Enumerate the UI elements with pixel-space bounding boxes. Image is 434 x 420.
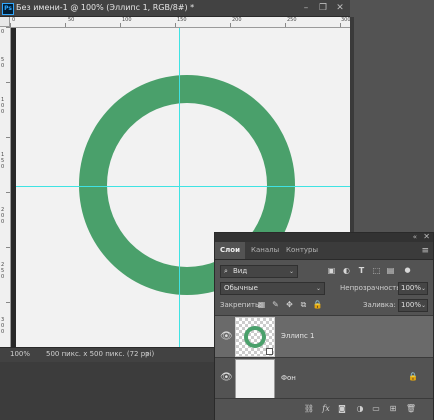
layer-filter-value: Вид	[233, 267, 248, 275]
filter-toggle-icon[interactable]: ●	[402, 265, 413, 276]
layer-name[interactable]: Фон	[281, 374, 296, 382]
blend-mode-select[interactable]: Обычные ⌄	[220, 282, 325, 295]
fill-label: Заливка:	[363, 301, 396, 309]
visibility-eye-icon[interactable]: 👁	[220, 331, 233, 343]
ruler-label: 0	[1, 29, 5, 35]
trash-icon[interactable]: 🗑	[405, 403, 417, 415]
layer-row-ellipse[interactable]: 👁 Эллипс 1	[215, 315, 433, 358]
lock-image-pixels-icon[interactable]: ✎	[270, 299, 281, 310]
ruler-tick	[175, 23, 176, 27]
ruler-tick	[285, 23, 286, 27]
ruler-label: 250	[1, 262, 5, 280]
panel-menu-icon[interactable]: ≡	[421, 246, 429, 256]
restore-button[interactable]: ❐	[317, 2, 329, 14]
type-filter-icon[interactable]: T	[356, 265, 367, 276]
tab-layers[interactable]: Слои	[215, 242, 245, 259]
ruler-tick	[6, 192, 10, 193]
chevron-down-icon: ⌄	[288, 268, 294, 275]
blend-mode-value: Обычные	[224, 284, 258, 292]
opacity-input[interactable]: 100% ⌄	[398, 282, 428, 295]
chevron-down-icon: ⌄	[315, 285, 321, 292]
ruler-tick	[6, 27, 10, 28]
ruler-label: 250	[287, 17, 297, 23]
ruler-tick	[6, 247, 10, 248]
ellipse-thumbnail-shape	[244, 326, 266, 348]
adjustment-icon[interactable]: ◑	[354, 403, 366, 415]
close-button[interactable]: ✕	[334, 2, 346, 14]
filter-row: ⌕ Вид ⌄ ▣ ◐ T ⬚ ▤ ●	[215, 265, 433, 278]
ruler-tick	[230, 23, 231, 27]
chevron-down-icon: ⌄	[420, 285, 426, 292]
document-titlebar[interactable]: Ps Без имени-1 @ 100% (Эллипс 1, RGB/8#)…	[0, 0, 350, 17]
lock-all-icon[interactable]: 🔒	[312, 299, 323, 310]
layers-panel: « ✕ Слои Каналы Контуры ≡ ⌕ Вид ⌄ ▣ ◐ T …	[214, 232, 434, 420]
ruler-label: 200	[232, 17, 242, 23]
new-layer-icon[interactable]: ⊞	[387, 403, 399, 415]
link-icon[interactable]: ⛓	[303, 403, 315, 415]
layer-name[interactable]: Эллипс 1	[281, 332, 315, 340]
tab-channels[interactable]: Каналы	[246, 242, 284, 259]
group-icon[interactable]: ▭	[370, 403, 382, 415]
layer-thumbnail[interactable]	[235, 359, 275, 399]
ruler-label: 150	[177, 17, 187, 23]
visibility-eye-icon[interactable]: 👁	[220, 372, 233, 384]
lock-artboard-icon[interactable]: ⧉	[298, 299, 309, 310]
ruler-origin[interactable]	[0, 17, 10, 27]
smart-object-filter-icon[interactable]: ▤	[385, 265, 396, 276]
ruler-label: 50	[68, 17, 75, 23]
ruler-label: 200	[1, 207, 5, 225]
panel-tabs: Слои Каналы Контуры ≡	[215, 242, 433, 260]
horizontal-guide[interactable]	[16, 186, 350, 187]
mask-icon[interactable]: ◙	[336, 403, 348, 415]
ruler-tick	[340, 23, 341, 27]
ruler-tick	[65, 23, 66, 27]
zoom-level[interactable]: 100%	[10, 350, 30, 358]
document-title: Без имени-1 @ 100% (Эллипс 1, RGB/8#) *	[16, 3, 195, 12]
fill-input[interactable]: 100% ⌄	[398, 299, 428, 312]
fx-icon[interactable]: fx	[320, 403, 332, 415]
panel-bottom-toolbar: ⛓ fx ◙ ◑ ▭ ⊞ 🗑	[215, 398, 433, 420]
close-panel-icon[interactable]: ✕	[423, 232, 430, 241]
search-icon: ⌕	[224, 267, 228, 275]
blend-row: Обычные ⌄ Непрозрачность: 100% ⌄	[215, 282, 433, 295]
layer-thumbnail[interactable]	[235, 317, 275, 357]
document-info: 500 пикс. x 500 пикс. (72 ppi)	[46, 350, 155, 358]
adjustment-filter-icon[interactable]: ◐	[341, 265, 352, 276]
ruler-label: 100	[1, 97, 5, 115]
image-filter-icon[interactable]: ▣	[326, 265, 337, 276]
chevron-down-icon: ⌄	[420, 302, 426, 309]
layer-filter-select[interactable]: ⌕ Вид ⌄	[220, 265, 298, 278]
collapse-icon[interactable]: «	[413, 233, 417, 241]
ruler-tick	[6, 82, 10, 83]
fill-value: 100%	[401, 301, 422, 309]
shape-layer-badge-icon	[266, 348, 273, 355]
ruler-label: 150	[1, 152, 5, 170]
layer-row-background[interactable]: 👁 Фон 🔒	[215, 357, 433, 399]
horizontal-ruler[interactable]: 0 50 100 150 200 250 300	[10, 17, 351, 28]
minimize-button[interactable]: –	[300, 2, 312, 14]
opacity-label: Непрозрачность:	[340, 284, 403, 292]
ruler-label: 0	[12, 17, 16, 23]
lock-row: Закрепить: ▦ ✎ ✥ ⧉ 🔒 Заливка: 100% ⌄	[215, 299, 433, 312]
ruler-label: 100	[122, 17, 132, 23]
panel-header[interactable]: « ✕	[215, 232, 433, 242]
ruler-label: 300	[1, 317, 5, 335]
shape-filter-icon[interactable]: ⬚	[371, 265, 382, 276]
ruler-tick	[6, 137, 10, 138]
lock-transparent-pixels-icon[interactable]: ▦	[256, 299, 267, 310]
photoshop-logo-icon: Ps	[2, 3, 14, 15]
lock-position-icon[interactable]: ✥	[284, 299, 295, 310]
vertical-ruler[interactable]: 0 50 100 150 200 250 300	[0, 27, 11, 347]
layer-lock-icon: 🔒	[408, 372, 418, 381]
tab-paths[interactable]: Контуры	[281, 242, 323, 259]
status-menu-arrow-icon[interactable]: ›	[146, 349, 149, 358]
ruler-tick	[120, 23, 121, 27]
vertical-guide[interactable]	[179, 28, 180, 347]
ruler-tick	[6, 302, 10, 303]
opacity-value: 100%	[401, 284, 422, 292]
ruler-label: 50	[1, 57, 5, 69]
